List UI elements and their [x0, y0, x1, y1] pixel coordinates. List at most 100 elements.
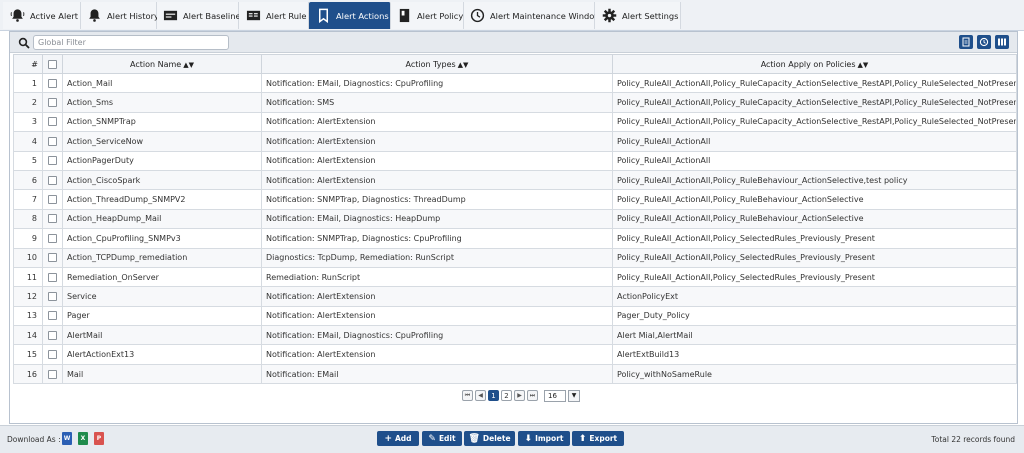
- row-checkbox-cell[interactable]: [42, 189, 63, 210]
- word-download-icon[interactable]: W: [62, 432, 72, 445]
- action-name-cell: Mail: [62, 363, 262, 385]
- bell-icon: [87, 8, 102, 24]
- row-checkbox[interactable]: [48, 330, 57, 340]
- row-checkbox[interactable]: [48, 156, 57, 166]
- tab-alert-baseline[interactable]: Alert Baseline: [157, 2, 241, 29]
- row-checkbox[interactable]: [48, 311, 57, 321]
- table-row[interactable]: 1 Action_Mail Notification: EMail, Diagnos…: [13, 72, 1017, 94]
- first-page-button[interactable]: ⏮: [462, 390, 473, 401]
- row-checkbox-cell[interactable]: [42, 92, 63, 113]
- row-checkbox[interactable]: [48, 350, 57, 360]
- excel-download-icon[interactable]: X: [78, 432, 88, 445]
- columns-button[interactable]: [995, 35, 1009, 49]
- delete-button[interactable]: 🗑 Delete: [464, 431, 515, 446]
- next-page-button[interactable]: ▶: [514, 390, 525, 401]
- column-header-policies[interactable]: Action Apply on Policies ▲▼: [612, 54, 1017, 74]
- row-checkbox-cell[interactable]: [42, 363, 63, 385]
- row-checkbox-cell[interactable]: [42, 72, 63, 94]
- row-checkbox-cell[interactable]: [42, 286, 63, 307]
- table-row[interactable]: 14 AlertMail Notification: EMail, Diagnost…: [13, 325, 1017, 346]
- select-all-checkbox-cell[interactable]: [42, 54, 63, 74]
- row-checkbox[interactable]: [48, 291, 57, 301]
- table-row[interactable]: 4 Action_ServiceNow Notification: AlertExt…: [13, 131, 1017, 152]
- upload-icon: ⬆: [578, 433, 587, 444]
- action-types-cell: Notification: AlertExtension: [261, 286, 613, 307]
- action-name-cell: Action_HeapDump_Mail: [62, 208, 262, 230]
- action-name-cell: Action_TCPDump_remediation: [62, 247, 262, 268]
- table-row[interactable]: 8 Action_HeapDump_Mail Notification: EMail…: [13, 208, 1017, 230]
- action-types-cell: Notification: AlertExtension: [261, 111, 613, 133]
- table-row[interactable]: 15 AlertActionExt13 Notification: AlertExt…: [13, 344, 1017, 365]
- row-checkbox[interactable]: [48, 175, 57, 185]
- page-button-2[interactable]: 2: [501, 390, 512, 401]
- import-button[interactable]: ⬇ Import: [518, 431, 570, 446]
- row-checkbox-cell[interactable]: [42, 305, 63, 327]
- tab-label: Alert Policy: [417, 10, 464, 21]
- table-row[interactable]: 6 Action_CiscoSpark Notification: AlertExt…: [13, 169, 1017, 191]
- columns-icon: [998, 38, 1006, 46]
- row-checkbox[interactable]: [48, 214, 57, 224]
- edit-button[interactable]: ✎ Edit: [422, 431, 462, 446]
- tab-alert-actions[interactable]: Alert Actions: [309, 2, 391, 29]
- table-row[interactable]: 5 ActionPagerDuty Notification: AlertExten…: [13, 150, 1017, 171]
- add-button[interactable]: + Add: [377, 431, 419, 446]
- row-checkbox-cell[interactable]: [42, 228, 63, 249]
- tab-alert-rule[interactable]: Alert Rule: [239, 2, 309, 29]
- row-checkbox[interactable]: [48, 78, 57, 88]
- export-button[interactable]: ⬆ Export: [572, 431, 624, 446]
- row-checkbox-cell[interactable]: [42, 150, 63, 171]
- page-size-select[interactable]: 16: [544, 389, 566, 402]
- row-checkbox[interactable]: [48, 253, 57, 263]
- tab-alert-history[interactable]: Alert History: [81, 2, 159, 29]
- action-name-cell: Service: [62, 286, 262, 307]
- last-page-button[interactable]: ⏭: [527, 390, 538, 401]
- select-all-checkbox[interactable]: [48, 59, 57, 69]
- table-row[interactable]: 11 Remediation_OnServer Remediation: RunSc…: [13, 266, 1017, 288]
- row-checkbox[interactable]: [48, 117, 57, 127]
- table-row[interactable]: 2 Action_Sms Notification: SMS Policy_RuleA…: [13, 92, 1017, 113]
- download-icon: ⬇: [524, 433, 533, 444]
- table-row[interactable]: 9 Action_CpuProfiling_SNMPv3 Notification:…: [13, 228, 1017, 249]
- page-button-1[interactable]: 1: [488, 390, 499, 401]
- table-row[interactable]: 13 Pager Notification: AlertExtension Pager…: [13, 305, 1017, 327]
- column-header-action-types[interactable]: Action Types ▲▼: [261, 54, 613, 74]
- tab-label: Active Alert: [30, 10, 79, 21]
- table-row[interactable]: 3 Action_SNMPTrap Notification: AlertExten…: [13, 111, 1017, 133]
- row-checkbox[interactable]: [48, 98, 57, 108]
- button-label: Export: [589, 434, 618, 443]
- prev-page-button[interactable]: ◀: [475, 390, 486, 401]
- table-row[interactable]: 7 Action_ThreadDump_SNMPV2 Notification: S…: [13, 189, 1017, 210]
- row-checkbox[interactable]: [48, 136, 57, 146]
- chevron-down-icon[interactable]: ▼: [568, 389, 580, 402]
- action-policies-cell: Policy_RuleAll_ActionAll,Policy_RuleBeha…: [612, 208, 1017, 230]
- tab-active-alert[interactable]: Active Alert: [3, 2, 81, 29]
- action-types-cell: Notification: AlertExtension: [261, 131, 613, 152]
- row-checkbox[interactable]: [48, 233, 57, 243]
- tab-alert-maintenance-window[interactable]: Alert Maintenance Window: [464, 2, 601, 29]
- column-header-action-name[interactable]: Action Name ▲▼: [62, 54, 262, 74]
- export-grid-button[interactable]: [959, 35, 973, 49]
- tab-alert-policy[interactable]: Alert Policy: [391, 2, 464, 29]
- table-row[interactable]: 12 Service Notification: AlertExtension Act…: [13, 286, 1017, 307]
- action-policies-cell: Policy_RuleAll_ActionAll: [612, 131, 1017, 152]
- row-checkbox-cell[interactable]: [42, 325, 63, 346]
- global-filter-input[interactable]: [33, 35, 229, 50]
- history-button[interactable]: [977, 35, 991, 49]
- row-checkbox[interactable]: [48, 369, 57, 379]
- row-checkbox-cell[interactable]: [42, 344, 63, 365]
- table-body: 1 Action_Mail Notification: EMail, Diagnos…: [13, 72, 1017, 385]
- trash-icon: 🗑: [468, 433, 480, 444]
- action-name-cell: AlertActionExt13: [62, 344, 262, 365]
- row-checkbox-cell[interactable]: [42, 131, 63, 152]
- row-checkbox-cell[interactable]: [42, 208, 63, 230]
- pdf-download-icon[interactable]: P: [94, 432, 104, 445]
- row-checkbox-cell[interactable]: [42, 111, 63, 133]
- table-row[interactable]: 10 Action_TCPDump_remediation Diagnostics:…: [13, 247, 1017, 268]
- table-row[interactable]: 16 Mail Notification: EMail Policy_withNoSa…: [13, 363, 1017, 385]
- row-checkbox[interactable]: [48, 195, 57, 205]
- row-checkbox-cell[interactable]: [42, 247, 63, 268]
- tab-alert-settings[interactable]: Alert Settings: [595, 2, 681, 29]
- row-checkbox-cell[interactable]: [42, 266, 63, 288]
- row-checkbox-cell[interactable]: [42, 169, 63, 191]
- row-checkbox[interactable]: [48, 272, 57, 282]
